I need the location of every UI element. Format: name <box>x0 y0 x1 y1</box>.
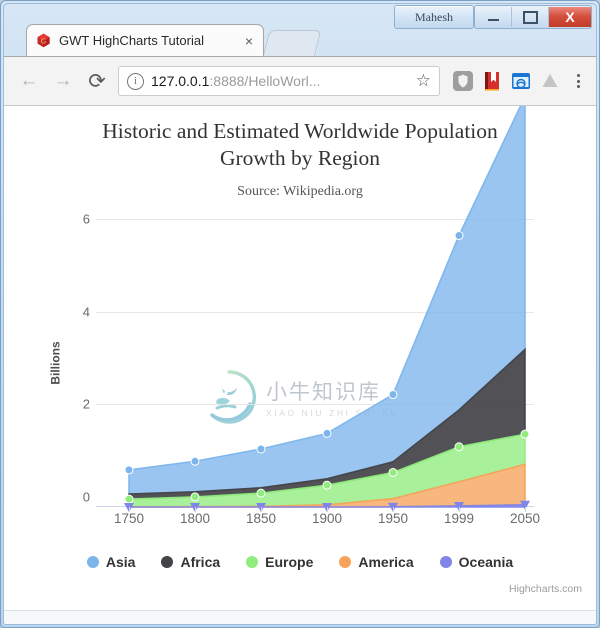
tab-title: GWT HighCharts Tutorial <box>59 33 204 48</box>
legend-label-africa: Africa <box>180 554 221 570</box>
window-inner: Mahesh X G GWT HighCharts Tutorial × ← → <box>3 3 597 625</box>
shield-icon[interactable] <box>451 69 475 93</box>
marker-asia-1800[interactable] <box>190 456 200 466</box>
legend-marker-africa <box>161 556 174 568</box>
marker-asia-1750[interactable] <box>124 465 134 475</box>
legend-item-oceania[interactable]: Oceania <box>439 554 514 570</box>
tab-close-icon[interactable]: × <box>241 33 257 49</box>
address-bar[interactable]: i 127.0.0.1:8888/HelloWorl... ☆ <box>118 66 440 96</box>
y-axis-title: Billions <box>48 341 63 385</box>
legend-item-america[interactable]: America <box>339 554 414 570</box>
page-content: Historic and Estimated Worldwide Populat… <box>4 106 596 611</box>
x-tick-1900: 1900 <box>311 511 343 526</box>
red-book-icon[interactable] <box>480 69 504 93</box>
legend-item-africa[interactable]: Africa <box>161 554 220 570</box>
reload-button[interactable]: ⟳ <box>80 64 114 98</box>
url-host: 127.0.0.1 <box>151 73 210 89</box>
maximize-icon <box>522 10 538 24</box>
y-tick-0: 0 <box>82 489 90 505</box>
x-tick-1950: 1950 <box>377 511 409 526</box>
legend-marker-america <box>339 556 352 568</box>
highcharts-container: Historic and Estimated Worldwide Populat… <box>4 106 596 611</box>
marker-europe-1850[interactable] <box>256 488 266 498</box>
marker-europe-1950[interactable] <box>388 467 398 477</box>
legend-label-oceania: Oceania <box>458 554 514 570</box>
marker-asia-1900[interactable] <box>322 428 332 438</box>
legend-label-america: America <box>358 554 414 570</box>
legend-marker-oceania <box>439 556 452 568</box>
legend-item-asia[interactable]: Asia <box>86 554 136 570</box>
y-tick-6: 6 <box>82 211 90 227</box>
series-layer <box>124 106 530 512</box>
marker-europe-1999[interactable] <box>454 442 464 452</box>
browser-toolbar: ← → ⟳ i 127.0.0.1:8888/HelloWorl... ☆ <box>4 56 596 106</box>
legend-label-europe: Europe <box>265 554 314 570</box>
url-text: 127.0.0.1:8888/HelloWorl... <box>151 73 410 89</box>
svg-text:G: G <box>41 38 46 46</box>
new-tab-button[interactable] <box>262 30 322 57</box>
site-info-icon[interactable]: i <box>127 72 144 90</box>
marker-europe-1800[interactable] <box>190 492 200 502</box>
x-tick-1999: 1999 <box>443 511 475 526</box>
x-tick-2050: 2050 <box>509 511 541 526</box>
minimize-icon <box>487 19 499 21</box>
x-tick-1850: 1850 <box>245 511 277 526</box>
marker-europe-1750[interactable] <box>124 494 134 504</box>
gwt-logo-icon: G <box>35 32 52 49</box>
url-path: :8888/HelloWorl... <box>209 73 321 89</box>
chart-credits[interactable]: Highcharts.com <box>509 583 582 595</box>
tab-gwt-highcharts-tutorial[interactable]: G GWT HighCharts Tutorial × <box>26 24 264 56</box>
legend-label-asia: Asia <box>105 554 136 570</box>
legend-marker-asia <box>86 556 99 568</box>
forward-button[interactable]: → <box>46 64 80 98</box>
x-tick-1750: 1750 <box>113 511 145 526</box>
marker-asia-1999[interactable] <box>454 231 464 241</box>
blue-photo-icon[interactable] <box>509 69 533 93</box>
x-tick-1800: 1800 <box>179 511 211 526</box>
marker-asia-1950[interactable] <box>388 390 398 400</box>
back-button[interactable]: ← <box>12 64 46 98</box>
marker-europe-1900[interactable] <box>322 480 332 490</box>
legend-item-europe[interactable]: Europe <box>246 554 313 570</box>
marker-asia-1850[interactable] <box>256 444 266 454</box>
plot-area: Billions 0 2 4 6 1750 1800 1850 1900 195… <box>49 106 540 526</box>
status-bar <box>4 610 596 624</box>
bookmark-star-icon[interactable]: ☆ <box>416 71 431 91</box>
drive-icon[interactable] <box>538 69 562 93</box>
y-tick-2: 2 <box>82 396 90 412</box>
legend-marker-europe <box>246 556 259 568</box>
tab-strip: G GWT HighCharts Tutorial × <box>4 24 596 57</box>
chrome-menu-icon[interactable] <box>568 74 588 88</box>
chart-legend: Asia Africa Europe America Oceania <box>4 554 596 570</box>
browser-window: Mahesh X G GWT HighCharts Tutorial × ← → <box>0 0 600 628</box>
marker-europe-2050[interactable] <box>520 429 530 439</box>
y-tick-4: 4 <box>82 304 90 319</box>
